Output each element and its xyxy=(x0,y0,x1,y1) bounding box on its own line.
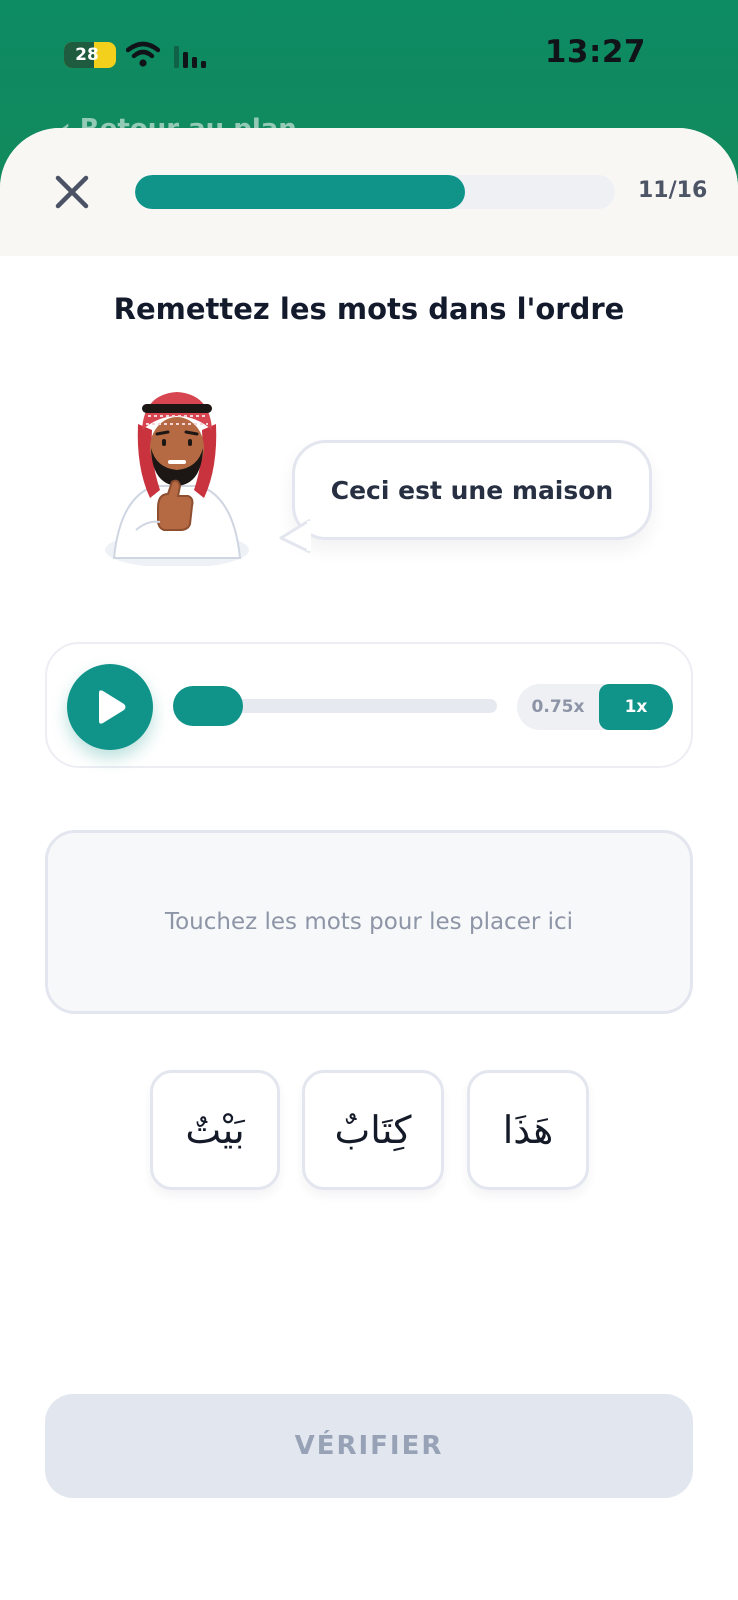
cellular-signal-icon xyxy=(174,46,206,68)
status-time: 13:27 xyxy=(544,34,646,70)
battery-indicator: 28 xyxy=(64,42,116,68)
word-tile[interactable]: بَيْتٌ xyxy=(150,1070,280,1190)
word-tile[interactable]: هَذَا xyxy=(467,1070,589,1190)
lesson-progress-bar xyxy=(135,175,615,209)
lesson-header: 11/16 xyxy=(0,128,738,256)
play-icon xyxy=(99,690,126,724)
verify-button-label: VÉRIFIER xyxy=(294,1431,444,1461)
character-avatar xyxy=(105,392,249,566)
speech-bubble-tail xyxy=(279,518,311,554)
audio-scrubber-handle[interactable] xyxy=(173,686,243,726)
progress-counter: 11/16 xyxy=(638,178,708,203)
lesson-sheet: 11/16 Remettez les mots dans l'ordre Cec… xyxy=(0,128,738,1600)
speed-option-normal[interactable]: 1x xyxy=(599,684,673,730)
play-button[interactable] xyxy=(67,664,153,750)
speech-bubble: Ceci est une maison xyxy=(292,440,652,540)
speech-bubble-text: Ceci est une maison xyxy=(330,475,614,505)
word-tile[interactable]: كِتَابٌ xyxy=(302,1070,444,1190)
word-tile-text: كِتَابٌ xyxy=(334,1108,412,1152)
battery-level: 28 xyxy=(75,45,99,65)
playback-speed-toggle: 0.75x 1x xyxy=(517,684,673,730)
word-tile-text: هَذَا xyxy=(502,1108,554,1152)
audio-player: 0.75x 1x xyxy=(45,642,693,768)
close-icon[interactable] xyxy=(50,170,94,214)
exercise-instruction: Remettez les mots dans l'ordre xyxy=(113,292,625,326)
speed-option-slow[interactable]: 0.75x xyxy=(517,684,599,730)
drop-zone-placeholder: Touchez les mots pour les placer ici xyxy=(164,909,574,935)
verify-button[interactable]: VÉRIFIER xyxy=(45,1394,693,1498)
lesson-progress-fill xyxy=(135,175,465,209)
wifi-icon xyxy=(126,41,160,67)
answer-drop-zone[interactable]: Touchez les mots pour les placer ici xyxy=(45,830,693,1014)
word-tile-text: بَيْتٌ xyxy=(185,1108,245,1152)
